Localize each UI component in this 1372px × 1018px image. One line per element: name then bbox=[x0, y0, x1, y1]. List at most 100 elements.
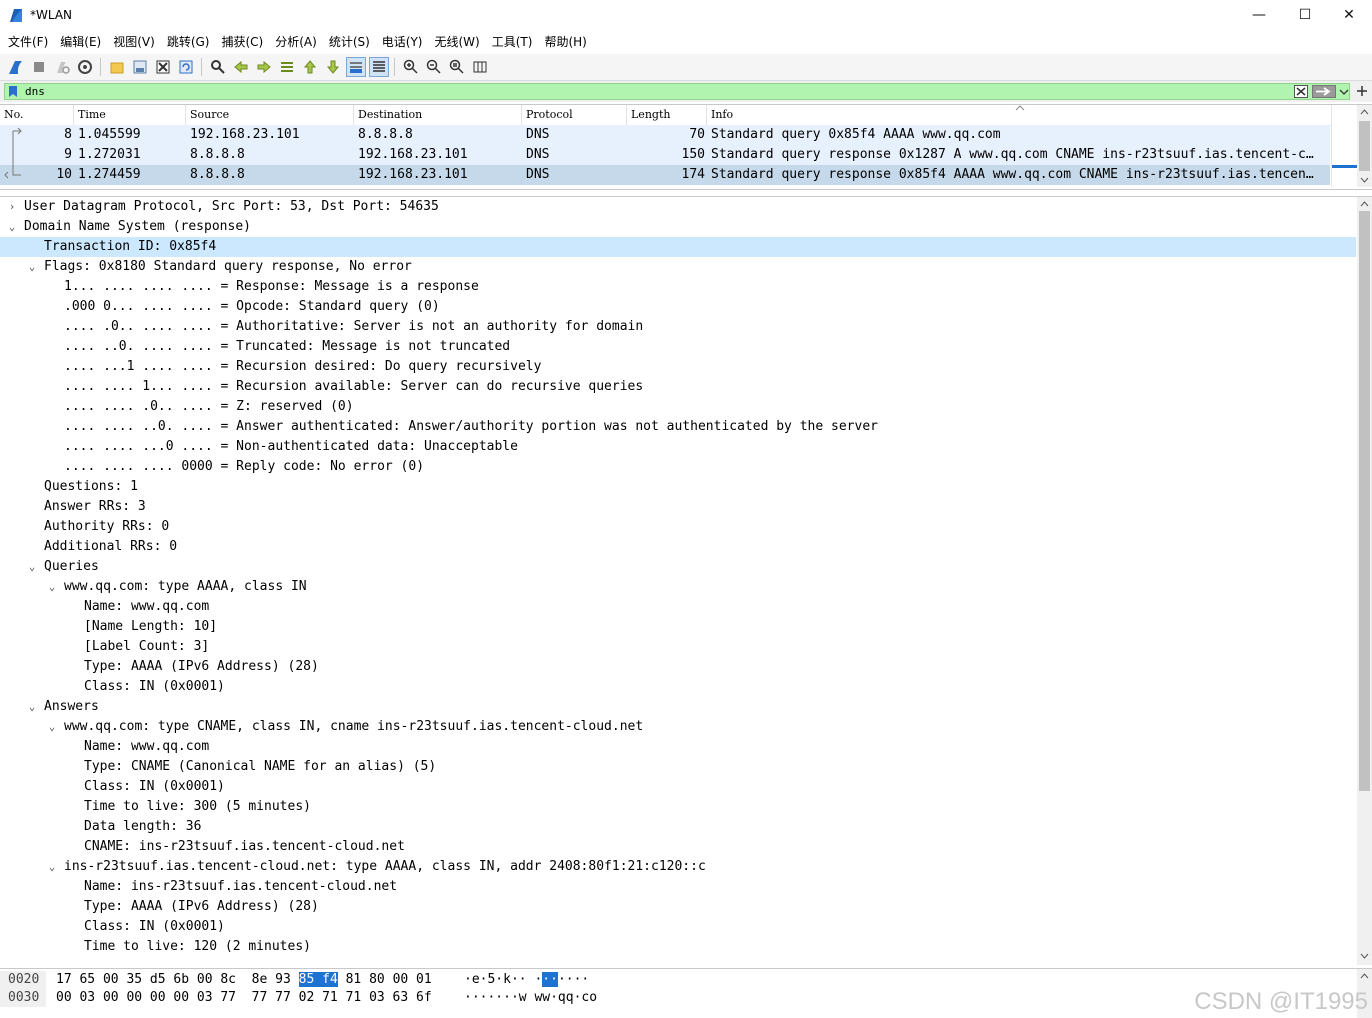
shark-fin-start-icon[interactable] bbox=[6, 57, 26, 77]
zoom-normal-icon[interactable] bbox=[447, 57, 467, 77]
detail-row[interactable]: ⌄ Domain Name System (response) bbox=[0, 217, 1356, 237]
detail-row[interactable]: Type: AAAA (IPv6 Address) (28) bbox=[0, 897, 1356, 917]
add-filter-button-icon[interactable] bbox=[1356, 85, 1368, 97]
reload-icon[interactable] bbox=[176, 57, 196, 77]
colorize-icon[interactable] bbox=[368, 57, 389, 77]
detail-row[interactable]: Type: CNAME (Canonical NAME for an alias… bbox=[0, 757, 1356, 777]
autoscroll-icon[interactable] bbox=[345, 57, 366, 77]
hex-line[interactable]: 17 65 00 35 d5 6b 00 8c 8e 93 85 f4 81 8… bbox=[56, 971, 432, 989]
menu-edit[interactable]: 编辑(E) bbox=[54, 30, 107, 54]
menu-tools[interactable]: 工具(T) bbox=[486, 30, 539, 54]
detail-row-selected[interactable]: Transaction ID: 0x85f4 bbox=[0, 237, 1356, 257]
collapse-arrow-icon[interactable]: ⌄ bbox=[26, 557, 38, 577]
resize-columns-icon[interactable] bbox=[470, 57, 490, 77]
options-gear-icon[interactable] bbox=[75, 57, 95, 77]
detail-row[interactable]: [Name Length: 10] bbox=[0, 617, 1356, 637]
column-header-protocol[interactable]: Protocol bbox=[522, 105, 627, 125]
column-header-time[interactable]: Time bbox=[74, 105, 186, 125]
menu-help[interactable]: 帮助(H) bbox=[538, 30, 592, 54]
detail-row[interactable]: Time to live: 300 (5 minutes) bbox=[0, 797, 1356, 817]
collapse-arrow-icon[interactable]: ⌄ bbox=[26, 697, 38, 717]
detail-row[interactable]: .... .... .0.. .... = Z: reserved (0) bbox=[0, 397, 1356, 417]
detail-row[interactable]: .... .... ...0 .... = Non-authenticated … bbox=[0, 437, 1356, 457]
ascii-line[interactable]: ·e·5·k·· ······· bbox=[464, 971, 589, 989]
column-header-destination[interactable]: Destination bbox=[354, 105, 522, 125]
detail-row[interactable]: ⌄ Answers bbox=[0, 697, 1356, 717]
detail-row[interactable]: ⌄ www.qq.com: type AAAA, class IN bbox=[0, 577, 1356, 597]
detail-row[interactable]: .... .... .... 0000 = Reply code: No err… bbox=[0, 457, 1356, 477]
menu-file[interactable]: 文件(F) bbox=[2, 30, 54, 54]
menu-go[interactable]: 跳转(G) bbox=[161, 30, 216, 54]
save-file-icon[interactable] bbox=[130, 57, 150, 77]
zoom-in-icon[interactable] bbox=[401, 57, 421, 77]
close-button[interactable]: ✕ bbox=[1326, 0, 1372, 30]
detail-row[interactable]: CNAME: ins-r23tsuuf.ias.tencent-cloud.ne… bbox=[0, 837, 1356, 857]
packet-row[interactable]: 8 1.045599 192.168.23.101 8.8.8.8 DNS 70… bbox=[0, 125, 1330, 145]
scroll-up-icon[interactable] bbox=[1360, 201, 1369, 207]
menu-analyze[interactable]: 分析(A) bbox=[269, 30, 323, 54]
column-header-source[interactable]: Source bbox=[186, 105, 354, 125]
collapse-arrow-icon[interactable]: ⌄ bbox=[46, 857, 58, 877]
collapse-arrow-icon[interactable]: ⌄ bbox=[26, 257, 38, 277]
back-arrow-icon[interactable] bbox=[231, 57, 251, 77]
maximize-button[interactable]: ☐ bbox=[1282, 0, 1328, 30]
detail-row[interactable]: ⌄ Flags: 0x8180 Standard query response, … bbox=[0, 257, 1356, 277]
filter-input[interactable] bbox=[25, 84, 1285, 99]
collapse-arrow-icon[interactable]: ⌄ bbox=[46, 717, 58, 737]
details-scrollbar[interactable] bbox=[1357, 197, 1372, 965]
detail-row[interactable]: ⌄ Queries bbox=[0, 557, 1356, 577]
detail-row[interactable]: [Label Count: 3] bbox=[0, 637, 1356, 657]
close-file-icon[interactable] bbox=[153, 57, 173, 77]
detail-row[interactable]: › User Datagram Protocol, Src Port: 53, D… bbox=[0, 197, 1356, 217]
bookmark-icon[interactable] bbox=[8, 85, 18, 98]
menu-capture[interactable]: 捕获(C) bbox=[215, 30, 269, 54]
detail-row[interactable]: ⌄ www.qq.com: type CNAME, class IN, cname… bbox=[0, 717, 1356, 737]
detail-row[interactable]: Class: IN (0x0001) bbox=[0, 777, 1356, 797]
detail-row[interactable]: .... ...1 .... .... = Recursion desired:… bbox=[0, 357, 1356, 377]
detail-row[interactable]: Additional RRs: 0 bbox=[0, 537, 1356, 557]
menu-wireless[interactable]: 无线(W) bbox=[429, 30, 486, 54]
restart-icon[interactable] bbox=[52, 57, 72, 77]
scroll-up-icon[interactable] bbox=[1360, 109, 1369, 115]
forward-arrow-icon[interactable] bbox=[254, 57, 274, 77]
ascii-line[interactable]: ·······w ww·qq·co bbox=[464, 989, 597, 1007]
menu-view[interactable]: 视图(V) bbox=[107, 30, 161, 54]
detail-row[interactable]: .... .... ..0. .... = Answer authenticat… bbox=[0, 417, 1356, 437]
scroll-down-icon[interactable] bbox=[1360, 177, 1369, 183]
detail-row[interactable]: .... .... 1... .... = Recursion availabl… bbox=[0, 377, 1356, 397]
detail-row[interactable]: Name: www.qq.com bbox=[0, 737, 1356, 757]
column-header-no[interactable]: No. bbox=[0, 105, 74, 125]
packet-row-selected[interactable]: 10 1.274459 8.8.8.8 192.168.23.101 DNS 1… bbox=[0, 165, 1330, 185]
apply-filter-arrow-icon[interactable] bbox=[1312, 85, 1336, 98]
packet-minimap[interactable] bbox=[1331, 105, 1358, 187]
detail-row[interactable]: Class: IN (0x0001) bbox=[0, 677, 1356, 697]
collapse-arrow-icon[interactable]: ⌄ bbox=[46, 577, 58, 597]
detail-row[interactable]: Name: www.qq.com bbox=[0, 597, 1356, 617]
detail-row[interactable]: Answer RRs: 3 bbox=[0, 497, 1356, 517]
detail-row[interactable]: .... ..0. .... .... = Truncated: Message… bbox=[0, 337, 1356, 357]
detail-row[interactable]: Data length: 36 bbox=[0, 817, 1356, 837]
zoom-out-icon[interactable] bbox=[424, 57, 444, 77]
packet-list-scrollbar[interactable] bbox=[1357, 105, 1372, 187]
minimize-button[interactable]: — bbox=[1236, 0, 1282, 30]
detail-row[interactable]: Class: IN (0x0001) bbox=[0, 917, 1356, 937]
scroll-up-icon[interactable] bbox=[1360, 973, 1369, 979]
scrollbar-thumb[interactable] bbox=[1359, 121, 1370, 171]
detail-row[interactable]: 1... .... .... .... = Response: Message … bbox=[0, 277, 1356, 297]
detail-row[interactable]: Type: AAAA (IPv6 Address) (28) bbox=[0, 657, 1356, 677]
detail-row[interactable]: Questions: 1 bbox=[0, 477, 1356, 497]
expand-arrow-icon[interactable]: › bbox=[6, 197, 18, 217]
open-folder-icon[interactable] bbox=[107, 57, 127, 77]
collapse-arrow-icon[interactable]: ⌄ bbox=[6, 217, 18, 237]
last-packet-icon[interactable] bbox=[323, 57, 343, 77]
clear-filter-icon[interactable] bbox=[1294, 85, 1308, 98]
filter-dropdown-chevron-icon[interactable] bbox=[1339, 88, 1349, 96]
detail-row[interactable]: Authority RRs: 0 bbox=[0, 517, 1356, 537]
column-header-length[interactable]: Length bbox=[627, 105, 707, 125]
detail-row[interactable]: Name: ins-r23tsuuf.ias.tencent-cloud.net bbox=[0, 877, 1356, 897]
scrollbar-thumb[interactable] bbox=[1359, 211, 1370, 791]
hex-line[interactable]: 00 03 00 00 00 00 03 77 77 77 02 71 71 0… bbox=[56, 989, 432, 1007]
menu-statistics[interactable]: 统计(S) bbox=[323, 30, 376, 54]
detail-row[interactable]: Time to live: 120 (2 minutes) bbox=[0, 937, 1356, 957]
detail-row[interactable]: ⌄ ins-r23tsuuf.ias.tencent-cloud.net: typ… bbox=[0, 857, 1356, 877]
